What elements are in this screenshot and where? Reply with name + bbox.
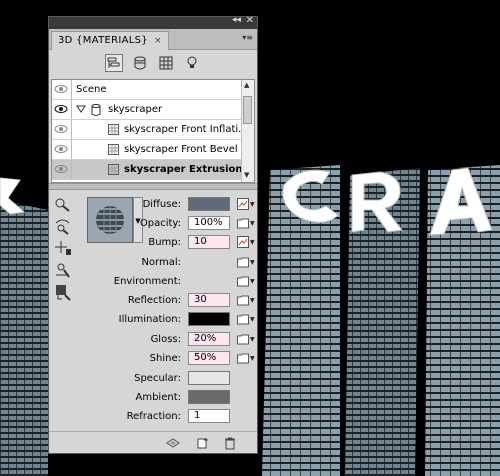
reflection-label: Reflection:: [127, 295, 181, 306]
filter-bar: [49, 50, 257, 78]
scene-row-label: Scene: [76, 84, 107, 95]
lights-icon[interactable]: [183, 54, 201, 72]
visibility-eye-icon[interactable]: [52, 100, 72, 119]
environment-label: Environment:: [113, 276, 181, 287]
refraction-label: Refraction:: [126, 411, 181, 422]
close-icon[interactable]: ✕: [246, 15, 254, 26]
shine-field[interactable]: 50%: [188, 351, 230, 365]
scroll-down-icon[interactable]: ▼: [244, 171, 249, 179]
new-material-icon[interactable]: [197, 436, 211, 450]
diffuse-label: Diffuse:: [142, 199, 181, 210]
texture-menu-arrow-icon[interactable]: ▼: [250, 278, 255, 285]
tab-row: 3D {MATERIALS} × ▾≡: [49, 29, 257, 50]
diffuse-color-swatch[interactable]: [188, 197, 230, 211]
render-settings-icon[interactable]: [165, 436, 180, 450]
ambient-label: Ambient:: [135, 392, 182, 403]
shine-label: Shine:: [149, 353, 181, 364]
expand-triangle-icon[interactable]: [76, 105, 86, 116]
ambient-color-swatch[interactable]: [188, 390, 230, 404]
folder-icon[interactable]: [237, 352, 249, 364]
bump-field[interactable]: 10: [188, 235, 230, 249]
folder-icon[interactable]: [237, 217, 249, 229]
illumination-color-swatch[interactable]: [188, 312, 230, 326]
texture-menu-arrow-icon[interactable]: ▼: [250, 355, 255, 362]
reflection-field[interactable]: 30: [188, 293, 230, 307]
illumination-label: Illumination:: [118, 314, 181, 325]
texture-menu-arrow-icon[interactable]: ▼: [250, 316, 255, 323]
specular-color-swatch[interactable]: [188, 371, 230, 385]
opacity-field[interactable]: 100%: [188, 216, 230, 230]
visibility-eye-icon[interactable]: [52, 80, 72, 99]
letter-k-top: [0, 177, 26, 215]
opacity-row: Opacity: 100% ▼: [49, 216, 257, 232]
folder-icon[interactable]: [237, 256, 249, 268]
panel-titlebar[interactable]: ◂◂ ✕: [49, 15, 257, 29]
tab-3d-materials[interactable]: 3D {MATERIALS} ×: [51, 31, 169, 50]
scene-row-label: skyscraper: [108, 104, 163, 115]
panel-splitter[interactable]: [49, 183, 257, 190]
normal-label: Normal:: [141, 257, 181, 268]
diffuse-row: Diffuse: ▼: [49, 197, 257, 213]
scene-row-label: skyscraper Front Inflati...: [124, 124, 248, 135]
scene-row-label: skyscraper Front Bevel ...: [124, 144, 251, 155]
folder-icon[interactable]: [237, 275, 249, 287]
texture-menu-arrow-icon[interactable]: ▼: [250, 259, 255, 266]
scene-row-extrusion-selected[interactable]: skyscraper Extrusion...: [52, 160, 254, 180]
gloss-label: Gloss:: [150, 334, 181, 345]
reflection-row: Reflection: 30 ▼: [49, 293, 257, 309]
materials-icon[interactable]: [157, 54, 175, 72]
folder-icon[interactable]: [237, 333, 249, 345]
whole-scene-icon[interactable]: [105, 54, 123, 72]
visibility-eye-icon[interactable]: [52, 120, 72, 139]
material-icon: [108, 124, 119, 138]
scene-row-front-inflation[interactable]: skyscraper Front Inflati...: [52, 120, 248, 140]
texture-menu-arrow-icon[interactable]: ▼: [250, 201, 255, 208]
specular-row: Specular:: [49, 371, 257, 387]
mesh-icon: [90, 103, 102, 120]
gloss-row: Gloss: 20% ▼: [49, 332, 257, 348]
tab-label: 3D {MATERIALS}: [58, 35, 148, 46]
illumination-row: Illumination: ▼: [49, 312, 257, 328]
scrollbar-thumb[interactable]: [243, 96, 252, 124]
texture-edit-icon[interactable]: [237, 198, 249, 210]
ambient-row: Ambient:: [49, 390, 257, 406]
texture-menu-arrow-icon[interactable]: ▼: [250, 239, 255, 246]
shine-row: Shine: 50% ▼: [49, 351, 257, 367]
trash-icon[interactable]: [223, 436, 237, 450]
bump-row: Bump: 10 ▼: [49, 235, 257, 251]
texture-menu-arrow-icon[interactable]: ▼: [250, 297, 255, 304]
scene-row-scene[interactable]: Scene: [52, 80, 242, 100]
texture-menu-arrow-icon[interactable]: ▼: [250, 220, 255, 227]
building-left: [0, 200, 48, 476]
panel-menu-icon[interactable]: ▾≡: [242, 33, 253, 42]
visibility-eye-icon[interactable]: [52, 140, 72, 159]
3d-materials-panel: ◂◂ ✕ 3D {MATERIALS} × ▾≡ Scene skyscrape…: [48, 15, 258, 454]
tab-close-icon[interactable]: ×: [154, 36, 162, 46]
material-icon: [108, 164, 119, 178]
scene-scrollbar[interactable]: ▲ ▼: [241, 80, 254, 182]
texture-menu-arrow-icon[interactable]: ▼: [250, 336, 255, 343]
collapse-icon[interactable]: ◂◂: [232, 15, 241, 25]
folder-icon[interactable]: [237, 294, 249, 306]
scene-tree: Scene skyscraper skyscraper Front Inflat…: [51, 79, 255, 183]
gloss-field[interactable]: 20%: [188, 332, 230, 346]
meshes-icon[interactable]: [131, 54, 149, 72]
panel-bottom-bar: [49, 431, 257, 454]
refraction-row: Refraction: 1: [49, 409, 257, 425]
bump-label: Bump:: [148, 237, 181, 248]
scene-row-skyscraper[interactable]: skyscraper: [52, 100, 242, 120]
specular-label: Specular:: [134, 373, 181, 384]
material-icon: [108, 144, 119, 158]
scene-row-label: skyscraper Extrusion...: [124, 164, 254, 175]
texture-edit-icon[interactable]: [237, 236, 249, 248]
refraction-field[interactable]: 1: [188, 409, 230, 423]
scroll-up-icon[interactable]: ▲: [244, 81, 249, 89]
environment-row: Environment: ▼: [49, 274, 257, 290]
opacity-label: Opacity:: [139, 218, 181, 229]
visibility-eye-icon[interactable]: [52, 160, 72, 179]
scene-row-front-bevel[interactable]: skyscraper Front Bevel ...: [52, 140, 250, 160]
normal-row: Normal: ▼: [49, 255, 257, 271]
folder-icon[interactable]: [237, 313, 249, 325]
